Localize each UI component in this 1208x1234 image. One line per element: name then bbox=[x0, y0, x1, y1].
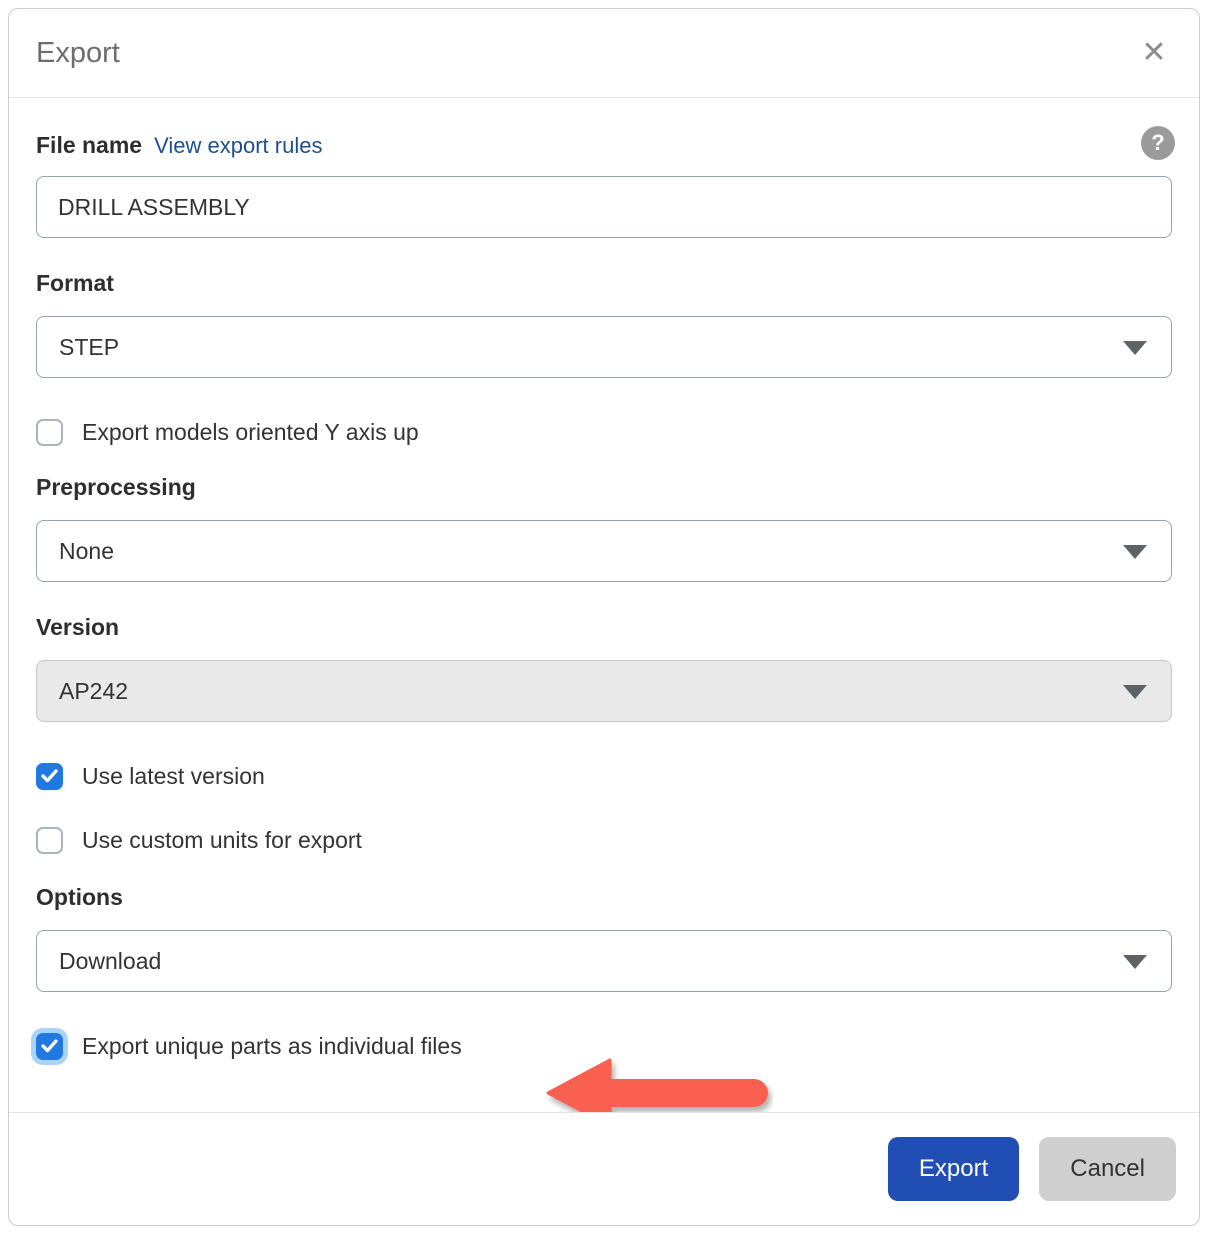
preprocessing-select-value: None bbox=[59, 538, 114, 565]
custom-units-label[interactable]: Use custom units for export bbox=[82, 827, 362, 854]
version-select: AP242 bbox=[36, 660, 1172, 722]
use-latest-row: Use latest version bbox=[36, 762, 1172, 790]
chevron-down-icon bbox=[1123, 685, 1147, 699]
orient-checkbox-row: Export models oriented Y axis up bbox=[36, 418, 1172, 446]
options-select[interactable]: Download bbox=[36, 930, 1172, 992]
help-icon[interactable]: ? bbox=[1141, 126, 1175, 160]
filename-row: File name View export rules bbox=[36, 130, 1172, 160]
chevron-down-icon bbox=[1123, 955, 1147, 969]
orient-checkbox-label[interactable]: Export models oriented Y axis up bbox=[82, 419, 419, 446]
unique-parts-row: Export unique parts as individual files bbox=[36, 1032, 1172, 1060]
cancel-button[interactable]: Cancel bbox=[1039, 1137, 1176, 1201]
dialog-footer: Export Cancel bbox=[9, 1112, 1199, 1225]
chevron-down-icon bbox=[1123, 341, 1147, 355]
options-select-value: Download bbox=[59, 948, 161, 975]
preprocessing-label: Preprocessing bbox=[36, 472, 1172, 502]
close-icon[interactable]: ✕ bbox=[1136, 35, 1172, 71]
format-select-value: STEP bbox=[59, 334, 119, 361]
version-label: Version bbox=[36, 612, 1172, 642]
export-button[interactable]: Export bbox=[888, 1137, 1019, 1201]
export-dialog: Export ✕ File name View export rules ? F… bbox=[8, 8, 1200, 1226]
preprocessing-select[interactable]: None bbox=[36, 520, 1172, 582]
format-select[interactable]: STEP bbox=[36, 316, 1172, 378]
version-select-value: AP242 bbox=[59, 678, 128, 705]
red-arrow-annotation bbox=[544, 1056, 774, 1112]
check-icon bbox=[41, 769, 58, 783]
unique-parts-label[interactable]: Export unique parts as individual files bbox=[82, 1033, 462, 1060]
view-export-rules-link[interactable]: View export rules bbox=[154, 133, 322, 159]
use-latest-checkbox[interactable] bbox=[36, 763, 63, 790]
chevron-down-icon bbox=[1123, 545, 1147, 559]
dialog-title: Export bbox=[36, 37, 120, 70]
format-label: Format bbox=[36, 268, 1172, 298]
dialog-header: Export ✕ bbox=[9, 9, 1199, 98]
filename-label: File name bbox=[36, 130, 142, 160]
custom-units-checkbox[interactable] bbox=[36, 827, 63, 854]
orient-checkbox[interactable] bbox=[36, 419, 63, 446]
check-icon bbox=[41, 1039, 58, 1053]
dialog-body: File name View export rules ? Format STE… bbox=[9, 98, 1199, 1112]
unique-parts-checkbox[interactable] bbox=[36, 1033, 63, 1060]
custom-units-row: Use custom units for export bbox=[36, 826, 1172, 854]
options-label: Options bbox=[36, 882, 1172, 912]
filename-input[interactable] bbox=[36, 176, 1172, 238]
use-latest-label[interactable]: Use latest version bbox=[82, 763, 265, 790]
